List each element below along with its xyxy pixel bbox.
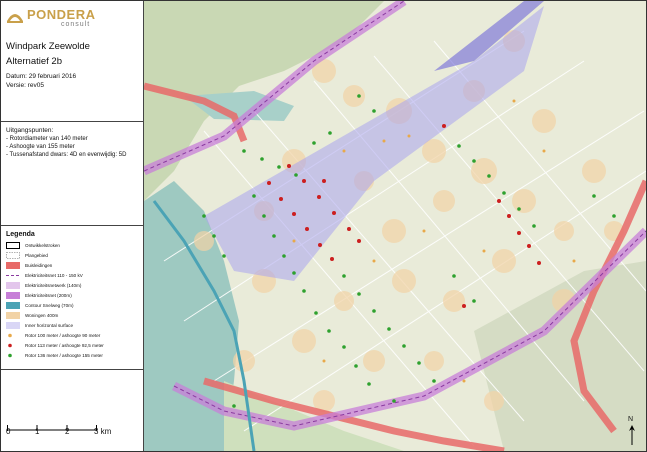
logo-sub: consult — [61, 21, 91, 28]
logo-icon — [7, 14, 23, 23]
separator — [1, 121, 143, 122]
map-version: Versie: rev05 — [6, 82, 44, 89]
legend-item: Inner horizontal surface — [6, 322, 140, 330]
legend-symbol-lavender — [6, 322, 20, 329]
legend-symbol-teal — [6, 302, 20, 309]
map-frame: PONDERA consult Windpark Zeewolde Altern… — [0, 0, 647, 452]
separator — [1, 369, 143, 370]
legend-item: Plangebied — [6, 252, 140, 260]
separator — [1, 225, 143, 226]
scale-tick-label: 0 — [6, 427, 11, 436]
legend-item: Elektriciteitsnetwerk (140m) — [6, 282, 140, 290]
legend-symbol-dashed — [6, 252, 20, 259]
legend-item: Rotor 113 meter / ashoogte 92,5 meter — [6, 342, 140, 350]
map-canvas[interactable] — [142, 1, 646, 451]
info-panel: PONDERA consult Windpark Zeewolde Altern… — [1, 1, 144, 451]
legend-symbol-red — [6, 262, 20, 269]
legend-item: Rotor 136 meter / ashoogte 155 meter — [6, 352, 140, 360]
legend-item: Elektriciteitsnet 110 - 150 kV — [6, 272, 140, 280]
legend-item: Buisleidingen — [6, 262, 140, 270]
legend-symbol-dashline — [6, 275, 20, 276]
map-svg — [142, 1, 646, 451]
legend-item: Contour Snelweg (70m) — [6, 302, 140, 310]
legend-symbol-dot-orange — [8, 333, 12, 338]
logo-name: PONDERA — [27, 7, 96, 22]
legend-item: Ontwikkelstroken — [6, 242, 140, 250]
north-arrow: N — [626, 416, 638, 446]
north-label: N — [628, 416, 634, 423]
map-title: Windpark Zeewolde — [6, 41, 90, 52]
scale-tick-label: 3 km — [94, 427, 112, 436]
company-logo: PONDERA consult — [5, 5, 139, 31]
assumption-line: - Rotordiameter van 140 meter — [6, 136, 88, 142]
legend-symbol-dot-green — [8, 353, 12, 358]
map-subtitle: Alternatief 2b — [6, 56, 62, 67]
scale-tick-label: 2 — [65, 427, 70, 436]
assumption-line: - Ashoogte van 155 meter — [6, 144, 75, 150]
scale-tick-label: 1 — [35, 427, 40, 436]
legend-symbol-dot-red — [8, 343, 12, 348]
legend-heading: Legenda — [6, 231, 35, 238]
legend-item: Elektriciteitsnet (200m) — [6, 292, 140, 300]
north-arrow-icon — [629, 425, 635, 445]
map-date: Datum: 29 februari 2016 — [6, 73, 77, 80]
legend-symbol-peach — [6, 312, 20, 319]
assumption-line: - Tussenafstand dwars: 4D en evenwijdig:… — [6, 152, 127, 158]
legend-symbol-purple — [6, 292, 20, 299]
legend-symbol-lightpurple — [6, 282, 20, 289]
legend-item: Woningen 400m — [6, 312, 140, 320]
legend-symbol-outline — [6, 242, 20, 249]
scale-bar: 0 1 2 3 km — [6, 419, 117, 449]
assumptions-heading: Uitgangspunten: — [6, 127, 54, 134]
legend-item: Rotor 100 meter / ashoogte 90 meter — [6, 332, 140, 340]
